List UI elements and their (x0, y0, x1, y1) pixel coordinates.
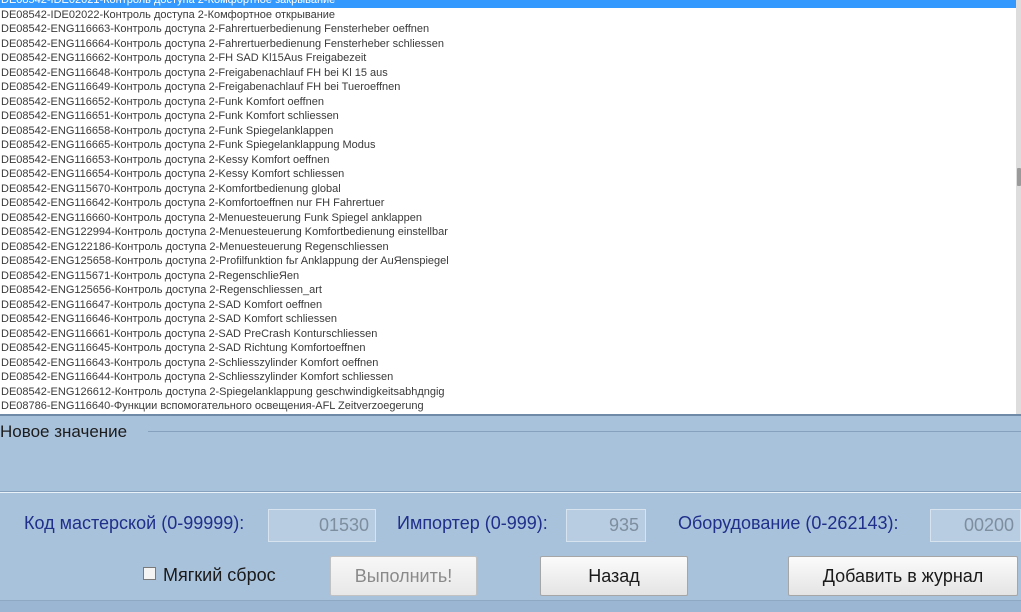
group-divider-top (148, 431, 1021, 432)
list-item[interactable]: DE08542-ENG122994-Контроль доступа 2-Men… (0, 225, 1016, 240)
list-item[interactable]: DE08542-ENG116652-Контроль доступа 2-Fun… (0, 95, 1016, 110)
scrollbar-thumb[interactable] (1017, 168, 1021, 186)
list-item[interactable]: DE08542-ENG116645-Контроль доступа 2-SAD… (0, 341, 1016, 356)
list-item[interactable]: DE08542-ENG116661-Контроль доступа 2-SAD… (0, 327, 1016, 342)
list-item[interactable]: DE08542-ENG116642-Контроль доступа 2-Kom… (0, 196, 1016, 211)
list-scrollbar[interactable] (1016, 0, 1021, 414)
equipment-label: Оборудование (0-262143): (678, 513, 899, 533)
list-item[interactable]: DE08542-ENG125658-Контроль доступа 2-Pro… (0, 254, 1016, 269)
list-item[interactable]: DE08786-ENG116640-Функции вспомогательно… (0, 399, 1016, 414)
list-item[interactable]: DE08542-ENG115671-Контроль доступа 2-Reg… (0, 269, 1016, 284)
adaptation-channel-list[interactable]: DE08542-IDE02021-Контроль доступа 2-Комф… (0, 0, 1016, 414)
back-button[interactable]: Назад (540, 556, 688, 596)
list-item[interactable]: DE08542-ENG116653-Контроль доступа 2-Kes… (0, 153, 1016, 168)
soft-reset-label: Мягкий сброс (163, 565, 276, 585)
list-item[interactable]: DE08542-ENG116648-Контроль доступа 2-Fre… (0, 66, 1016, 81)
list-item[interactable]: DE08542-ENG122186-Контроль доступа 2-Men… (0, 240, 1016, 255)
importer-field[interactable]: 935 (566, 509, 646, 542)
list-item[interactable]: DE08542-ENG115670-Контроль доступа 2-Kom… (0, 182, 1016, 197)
list-item[interactable]: DE08542-ENG116654-Контроль доступа 2-Kes… (0, 167, 1016, 182)
list-item[interactable]: DE08542-ENG116658-Контроль доступа 2-Fun… (0, 124, 1016, 139)
list-item[interactable]: DE08542-ENG116646-Контроль доступа 2-SAD… (0, 312, 1016, 327)
list-item[interactable]: DE08542-ENG116644-Контроль доступа 2-Sch… (0, 370, 1016, 385)
list-item[interactable]: DE08542-ENG116651-Контроль доступа 2-Fun… (0, 109, 1016, 124)
list-item[interactable]: DE08542-ENG116649-Контроль доступа 2-Fre… (0, 80, 1016, 95)
workshop-code-field[interactable]: 01530 (268, 509, 376, 542)
soft-reset-checkbox[interactable] (143, 567, 156, 580)
list-item[interactable]: DE08542-IDE02022-Контроль доступа 2-Комф… (0, 8, 1016, 23)
bottom-strip (0, 600, 1021, 612)
list-item[interactable]: DE08542-ENG116664-Контроль доступа 2-Fah… (0, 37, 1016, 52)
list-item[interactable]: DE08542-ENG116647-Контроль доступа 2-SAD… (0, 298, 1016, 313)
list-item[interactable]: DE08542-ENG116665-Контроль доступа 2-Fun… (0, 138, 1016, 153)
list-item[interactable]: DE08542-ENG125656-Контроль доступа 2-Reg… (0, 283, 1016, 298)
new-value-title: Новое значение (0, 422, 128, 441)
list-item[interactable]: DE08542-ENG126612-Контроль доступа 2-Spi… (0, 385, 1016, 400)
list-item[interactable]: DE08542-ENG116663-Контроль доступа 2-Fah… (0, 22, 1016, 37)
list-item[interactable]: DE08542-ENG116662-Контроль доступа 2-FH … (0, 51, 1016, 66)
list-item[interactable]: DE08542-ENG116660-Контроль доступа 2-Men… (0, 211, 1016, 226)
workshop-code-label: Код мастерской (0-99999): (24, 513, 245, 533)
list-item[interactable]: DE08542-IDE02021-Контроль доступа 2-Комф… (0, 0, 1016, 8)
equipment-field[interactable]: 00200 (930, 509, 1021, 542)
importer-label: Импортер (0-999): (397, 513, 548, 533)
add-to-log-button[interactable]: Добавить в журнал (788, 556, 1018, 596)
execute-button[interactable]: Выполнить! (330, 556, 477, 596)
new-value-group: Новое значение (0, 416, 1021, 496)
group-divider-bottom (0, 491, 1021, 493)
list-item[interactable]: DE08542-ENG116643-Контроль доступа 2-Sch… (0, 356, 1016, 371)
